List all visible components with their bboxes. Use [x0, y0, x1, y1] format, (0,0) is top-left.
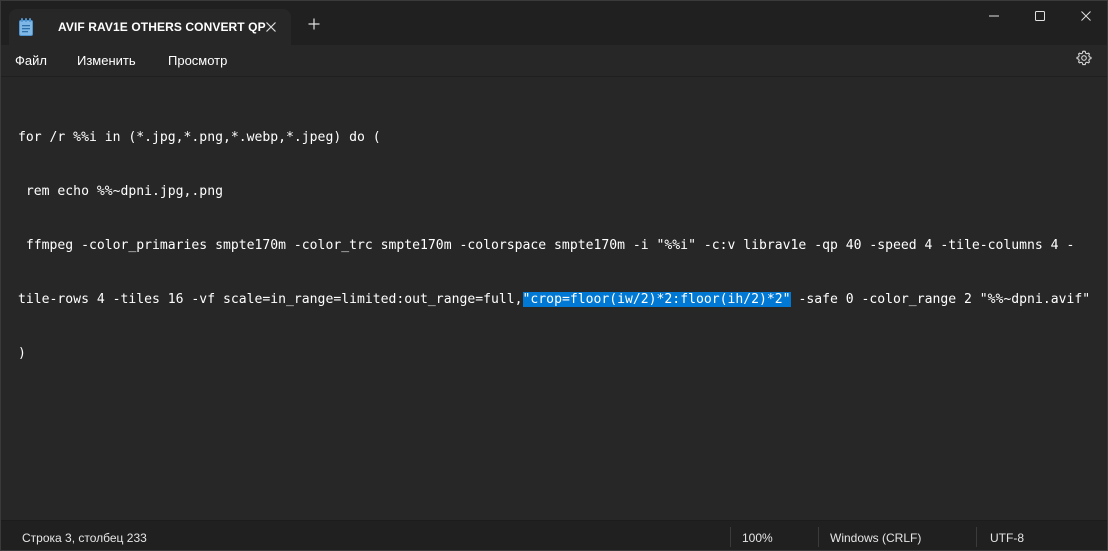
- minimize-icon: [989, 8, 999, 26]
- new-tab-button[interactable]: [303, 15, 325, 37]
- notepad-icon: [19, 18, 33, 36]
- status-divider: [976, 527, 977, 547]
- plus-icon: [308, 17, 320, 35]
- cursor-position: Строка 3, столбец 233: [22, 531, 147, 545]
- maximize-icon: [1035, 8, 1045, 26]
- encoding[interactable]: UTF-8: [990, 531, 1024, 545]
- text-editor[interactable]: for /r %%i in (*.jpg,*.png,*.webp,*.jpeg…: [1, 76, 1107, 521]
- minimize-button[interactable]: [971, 1, 1017, 33]
- close-tab-icon[interactable]: [263, 19, 279, 35]
- menu-view[interactable]: Просмотр: [168, 53, 227, 68]
- editor-line-4: tile-rows 4 -tiles 16 -vf scale=in_range…: [18, 291, 1107, 309]
- menu-edit[interactable]: Изменить: [77, 53, 136, 68]
- editor-line-2: rem echo %%~dpni.jpg,.png: [18, 184, 223, 199]
- selected-text: "crop=floor(iw/2)*2:floor(ih/2)*2": [522, 292, 791, 307]
- editor-line-1: for /r %%i in (*.jpg,*.png,*.webp,*.jpeg…: [18, 130, 381, 145]
- menu-bar: Файл Изменить Просмотр: [1, 45, 1107, 76]
- title-bar[interactable]: AVIF RAV1E OTHERS CONVERT QP: [1, 1, 1107, 45]
- line4-before-selection: tile-rows 4 -tiles 16 -vf scale=in_range…: [18, 292, 523, 307]
- editor-line-5: ): [18, 346, 26, 361]
- settings-button[interactable]: [1075, 50, 1093, 71]
- editor-line-3: ffmpeg -color_primaries smpte170m -color…: [18, 238, 1075, 253]
- line-ending[interactable]: Windows (CRLF): [830, 531, 921, 545]
- close-window-button[interactable]: [1063, 1, 1107, 33]
- gear-icon: [1076, 50, 1092, 71]
- notepad-window: AVIF RAV1E OTHERS CONVERT QP Файл Измени…: [0, 0, 1108, 551]
- close-icon: [1081, 8, 1091, 26]
- status-divider: [818, 527, 819, 547]
- menu-file[interactable]: Файл: [15, 53, 47, 68]
- document-tab[interactable]: AVIF RAV1E OTHERS CONVERT QP: [9, 9, 291, 45]
- line4-after-selection: -safe 0 -color_range 2 "%%~dpni.avif": [790, 292, 1091, 307]
- tab-title: AVIF RAV1E OTHERS CONVERT QP: [58, 20, 266, 34]
- zoom-level[interactable]: 100%: [742, 531, 773, 545]
- editor-text[interactable]: for /r %%i in (*.jpg,*.png,*.webp,*.jpeg…: [18, 93, 1107, 399]
- status-bar: Строка 3, столбец 233 100% Windows (CRLF…: [1, 520, 1107, 550]
- maximize-button[interactable]: [1017, 1, 1063, 33]
- status-divider: [730, 527, 731, 547]
